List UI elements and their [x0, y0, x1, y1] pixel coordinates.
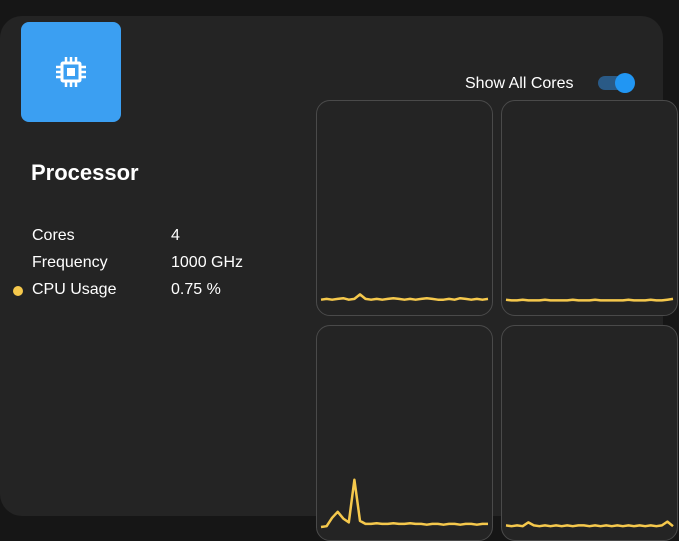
stat-label: Cores [32, 227, 75, 244]
stat-label: Frequency [32, 254, 108, 271]
stat-label: CPU Usage [32, 281, 117, 298]
stat-value: 4 [171, 227, 180, 244]
stat-row-cores: Cores 4 [0, 227, 300, 254]
stat-value: 0.75 % [171, 281, 221, 298]
processor-stats: Cores 4 Frequency 1000 GHz CPU Usage 0.7… [0, 227, 300, 308]
core-graph-2 [501, 100, 678, 316]
core-graph-1 [316, 100, 493, 316]
cpu-usage-legend-dot [13, 286, 23, 296]
toggle-knob[interactable] [615, 73, 635, 93]
stat-value: 1000 GHz [171, 254, 244, 271]
cpu-chip-icon [56, 57, 86, 87]
core-usage-line [320, 478, 488, 529]
stat-row-cpu-usage: CPU Usage 0.75 % [0, 281, 300, 308]
core-usage-line [505, 520, 674, 528]
stat-row-frequency: Frequency 1000 GHz [0, 254, 300, 281]
processor-icon-tile [21, 22, 121, 122]
show-all-cores-label: Show All Cores [465, 75, 574, 92]
core-graph-4 [501, 325, 678, 541]
core-usage-line [320, 293, 489, 301]
processor-title: Processor [31, 160, 139, 185]
core-graph-3 [316, 325, 493, 541]
show-all-cores-toggle[interactable] [598, 73, 635, 93]
core-usage-line [505, 297, 674, 302]
